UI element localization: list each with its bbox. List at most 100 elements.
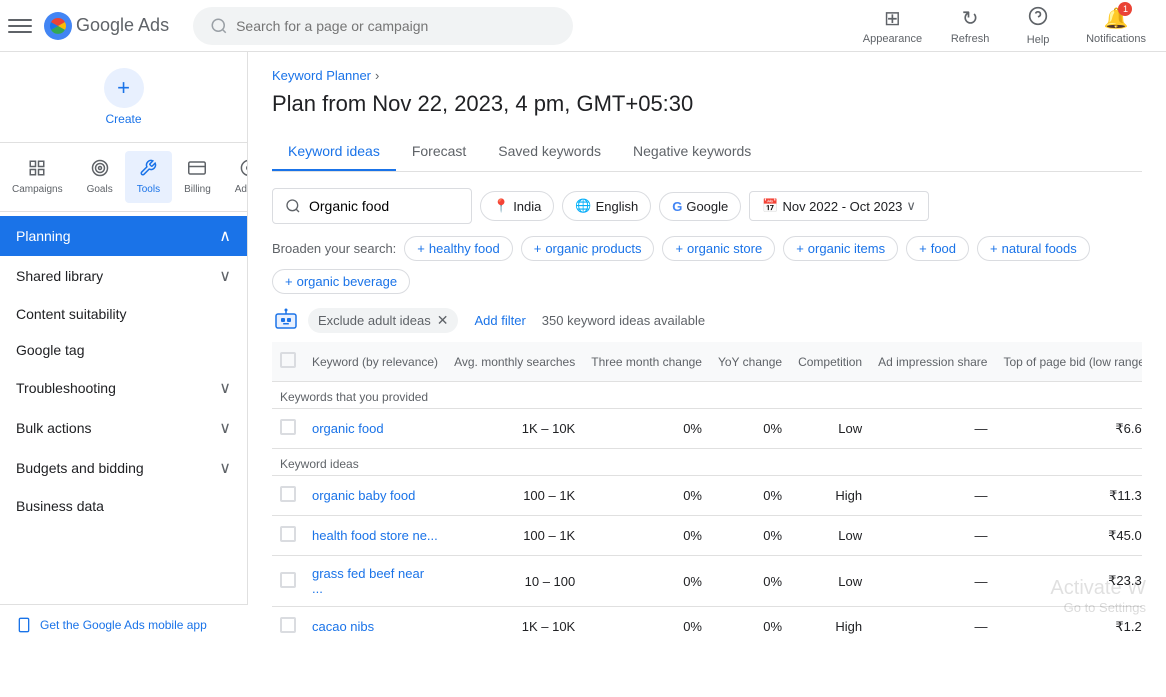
help-label: Help xyxy=(1027,34,1050,46)
date-range-filter[interactable]: 📅 Nov 2022 - Oct 2023 ∨ xyxy=(749,191,929,221)
broaden-search-row: Broaden your search: + healthy food + or… xyxy=(272,236,1142,294)
hamburger-menu[interactable] xyxy=(8,14,32,38)
sidebar-item-content-suitability[interactable]: Content suitability xyxy=(0,296,247,332)
ideas-section-label: Keyword ideas xyxy=(272,449,1142,476)
table-row: organic baby food 100 – 1K 0% 0% High — … xyxy=(272,476,1142,516)
troubleshooting-label: Troubleshooting xyxy=(16,380,116,396)
sidebar-item-tools[interactable]: Tools xyxy=(125,151,172,203)
bulk-actions-chevron: ∨ xyxy=(219,418,231,438)
search-bar[interactable] xyxy=(193,7,573,45)
sidebar-item-admin[interactable]: Admin xyxy=(223,151,248,203)
keyword-cell[interactable]: health food store ne... xyxy=(304,516,446,556)
three-month-cell: 0% xyxy=(583,556,710,607)
top-navigation: Google Ads ⊞ Appearance ↻ Refresh xyxy=(0,0,1166,52)
notifications-button[interactable]: 🔔 1 Notifications xyxy=(1074,0,1158,53)
tab-forecast[interactable]: Forecast xyxy=(396,133,482,171)
sidebar-item-bulk-actions[interactable]: Bulk actions ∨ xyxy=(0,408,247,448)
sidebar-item-planning[interactable]: Planning ∧ xyxy=(0,216,247,256)
business-data-label: Business data xyxy=(16,498,104,514)
breadcrumb-text: Keyword Planner xyxy=(272,68,371,83)
row-checkbox[interactable] xyxy=(280,572,296,588)
notification-badge: 1 xyxy=(1118,2,1132,16)
toolbar-row: Exclude adult ideas ✕ Add filter 350 key… xyxy=(272,306,1142,334)
three-month-cell: 0% xyxy=(583,516,710,556)
google-ads-text: Google Ads xyxy=(76,15,169,36)
provided-section-row: Keywords that you provided xyxy=(272,382,1142,409)
keyword-cell[interactable]: cacao nibs xyxy=(304,607,446,646)
table-row: cacao nibs 1K – 10K 0% 0% High — ₹1.29 ₹… xyxy=(272,607,1142,646)
chip-organic-items[interactable]: + organic items xyxy=(783,236,898,261)
row-checkbox[interactable] xyxy=(280,419,296,435)
ad-impression-cell: — xyxy=(870,607,995,646)
avg-monthly-cell: 100 – 1K xyxy=(446,476,583,516)
location-filter[interactable]: 📍 India xyxy=(480,191,554,221)
tab-saved-keywords[interactable]: Saved keywords xyxy=(482,133,617,171)
row-checkbox[interactable] xyxy=(280,617,296,633)
chip-food[interactable]: + food xyxy=(906,236,969,261)
avg-monthly-cell: 100 – 1K xyxy=(446,516,583,556)
google-ads-logo: Google Ads xyxy=(44,12,169,40)
sidebar-item-campaigns[interactable]: Campaigns xyxy=(0,151,75,203)
col-top-low-header: Top of page bid (low range) xyxy=(995,342,1142,382)
sidebar-item-troubleshooting[interactable]: Troubleshooting ∨ xyxy=(0,368,247,408)
notifications-label: Notifications xyxy=(1086,33,1146,45)
sidebar-item-google-tag[interactable]: Google tag xyxy=(0,332,247,368)
top-low-cell: ₹23.34 xyxy=(995,556,1142,607)
row-checkbox[interactable] xyxy=(280,486,296,502)
search-input[interactable] xyxy=(236,18,556,34)
budgets-bidding-chevron: ∨ xyxy=(219,458,231,478)
language-label: English xyxy=(596,199,639,214)
sidebar-item-shared-library[interactable]: Shared library ∨ xyxy=(0,256,247,296)
ideas-section-row: Keyword ideas xyxy=(272,449,1142,476)
bulk-actions-label: Bulk actions xyxy=(16,420,91,436)
select-all-checkbox[interactable] xyxy=(280,352,296,368)
goals-icon xyxy=(91,159,109,182)
mobile-app-link[interactable]: Get the Google Ads mobile app xyxy=(0,604,248,645)
google-logo-icon xyxy=(44,12,72,40)
sidebar-item-business-data[interactable]: Business data xyxy=(0,488,247,524)
chip-healthy-food[interactable]: + healthy food xyxy=(404,236,512,261)
sidebar-item-budgets-bidding[interactable]: Budgets and bidding ∨ xyxy=(0,448,247,488)
sidebar-item-goals[interactable]: Goals xyxy=(75,151,125,203)
search-engine-filter[interactable]: G Google xyxy=(659,192,741,221)
chip-label: natural foods xyxy=(1002,241,1077,256)
chip-organic-products[interactable]: + organic products xyxy=(521,236,655,261)
col-yoy-header: YoY change xyxy=(710,342,790,382)
col-keyword-header[interactable]: Keyword (by relevance) xyxy=(304,342,446,382)
sidebar-item-billing[interactable]: Billing xyxy=(172,151,223,203)
keyword-cell[interactable]: grass fed beef near ... xyxy=(304,556,446,607)
help-button[interactable]: Help xyxy=(1006,0,1070,54)
competition-cell: High xyxy=(790,607,870,646)
keyword-ideas-table: Keyword (by relevance) Avg. monthly sear… xyxy=(272,342,1142,645)
campaigns-label: Campaigns xyxy=(12,184,63,195)
refresh-button[interactable]: ↻ Refresh xyxy=(938,0,1002,53)
chip-organic-beverage[interactable]: + organic beverage xyxy=(272,269,410,294)
chip-natural-foods[interactable]: + natural foods xyxy=(977,236,1090,261)
top-low-cell: ₹6.65 xyxy=(995,409,1142,449)
exclude-close-button[interactable]: ✕ xyxy=(437,312,449,329)
breadcrumb[interactable]: Keyword Planner › xyxy=(272,68,1142,83)
tab-keyword-ideas[interactable]: Keyword ideas xyxy=(272,133,396,171)
col-avg-monthly-header: Avg. monthly searches xyxy=(446,342,583,382)
keyword-cell[interactable]: organic food xyxy=(304,409,446,449)
col-checkbox xyxy=(272,342,304,382)
billing-label: Billing xyxy=(184,184,211,195)
chip-organic-store[interactable]: + organic store xyxy=(662,236,775,261)
create-label: Create xyxy=(105,112,141,126)
provided-section-label: Keywords that you provided xyxy=(272,382,1142,409)
google-tag-label: Google tag xyxy=(16,342,85,358)
notifications-icon: 🔔 1 xyxy=(1104,6,1129,31)
keyword-cell[interactable]: organic baby food xyxy=(304,476,446,516)
tab-negative-keywords[interactable]: Negative keywords xyxy=(617,133,767,171)
create-button[interactable]: + Create xyxy=(104,68,144,126)
row-checkbox[interactable] xyxy=(280,526,296,542)
three-month-cell: 0% xyxy=(583,607,710,646)
table-row: organic food 1K – 10K 0% 0% Low — ₹6.65 … xyxy=(272,409,1142,449)
appearance-button[interactable]: ⊞ Appearance xyxy=(851,0,934,53)
add-filter-button[interactable]: Add filter xyxy=(466,309,533,332)
keyword-search-filter[interactable] xyxy=(272,188,472,224)
yoy-cell: 0% xyxy=(710,516,790,556)
calendar-icon: 📅 xyxy=(762,198,778,214)
language-filter[interactable]: 🌐 English xyxy=(562,191,651,221)
keyword-search-input[interactable] xyxy=(309,198,459,214)
